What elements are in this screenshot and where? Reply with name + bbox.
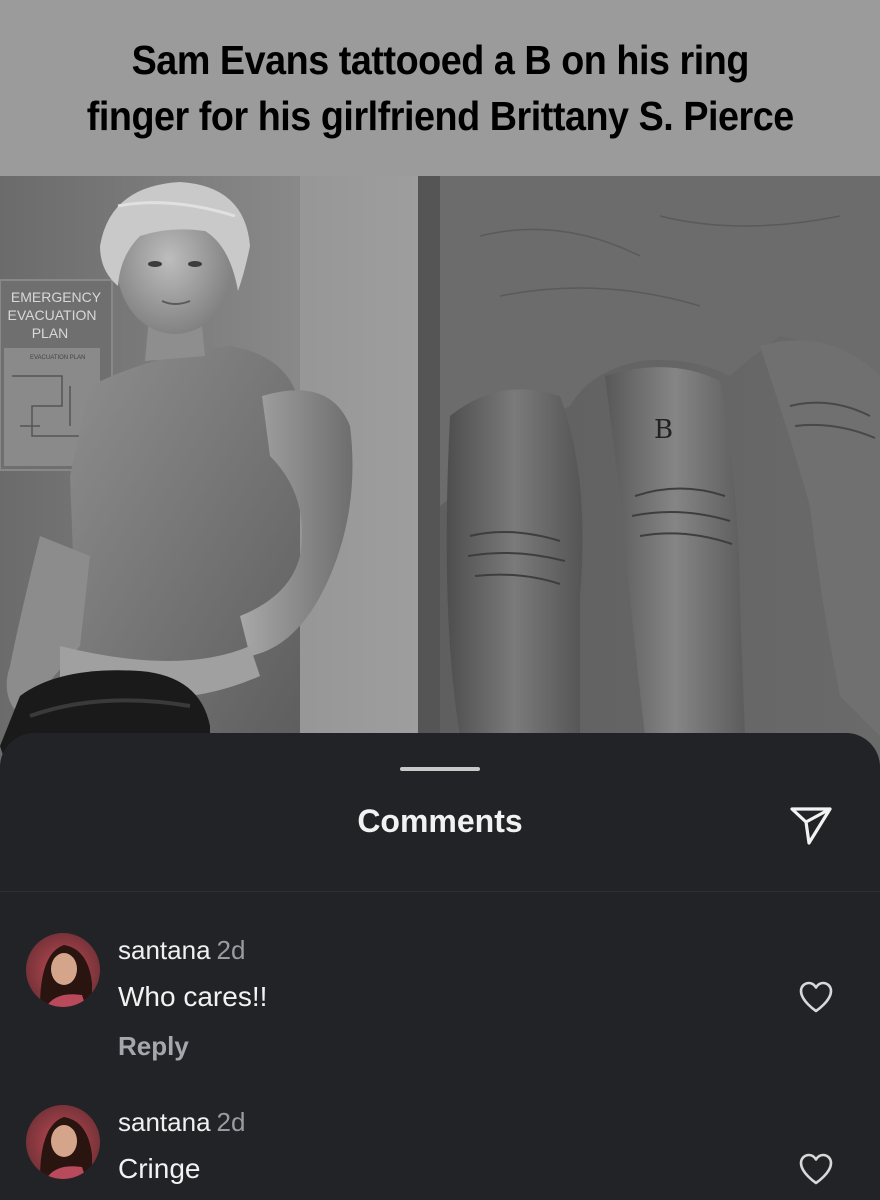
comment-meta: santana 2d [118, 1105, 245, 1139]
comment-timestamp: 2d [216, 935, 246, 965]
tattoo-letter: B [654, 415, 673, 445]
comment-text: Who cares!! [118, 981, 268, 1012]
avatar[interactable] [26, 933, 100, 1007]
caption-line-1: Sam Evans tattooed a B on his ring [131, 37, 749, 83]
post-image[interactable]: EMERGENCY EVACUATION PLAN EVACUATION PLA… [0, 176, 880, 776]
comment-item: santana 2d Who cares!! Reply [0, 933, 880, 1073]
sign-line-3: PLAN [32, 325, 69, 341]
comment-text: Cringe [118, 1153, 201, 1184]
comment-username[interactable]: santana [118, 1107, 211, 1137]
sign-line-2: EVACUATION [8, 307, 97, 323]
portrait-photo: EMERGENCY EVACUATION PLAN EVACUATION PLA… [0, 176, 438, 776]
comment-meta: santana 2d [118, 933, 245, 967]
like-button[interactable] [796, 1149, 836, 1189]
sign-line-1: EMERGENCY [11, 289, 102, 305]
sheet-divider [0, 891, 880, 892]
comment-timestamp: 2d [216, 1107, 246, 1137]
paper-plane-icon [790, 807, 832, 845]
post-caption: Sam Evans tattooed a B on his ring finger… [0, 0, 880, 176]
comments-title: Comments [357, 803, 523, 839]
comment-username[interactable]: santana [118, 935, 211, 965]
tattoo-photo: B [440, 176, 880, 776]
reply-button[interactable]: Reply [118, 1029, 189, 1063]
comment-item: santana 2d Cringe [0, 1105, 880, 1200]
post-view: Sam Evans tattooed a B on his ring finger… [0, 0, 880, 1200]
heart-outline-icon [799, 1153, 833, 1185]
like-button[interactable] [796, 977, 836, 1017]
share-button[interactable] [784, 797, 838, 851]
collage-divider [418, 176, 440, 776]
avatar[interactable] [26, 1105, 100, 1179]
sign-map-title: EVACUATION PLAN [30, 355, 85, 361]
drag-handle[interactable] [400, 767, 480, 771]
caption-line-2: finger for his girlfriend Brittany S. Pi… [86, 93, 794, 139]
comments-sheet: Comments santana 2d Who cares!! Reply sa… [0, 733, 880, 1200]
caption-text: Sam Evans tattooed a B on his ring finger… [86, 32, 794, 144]
heart-outline-icon [799, 981, 833, 1013]
